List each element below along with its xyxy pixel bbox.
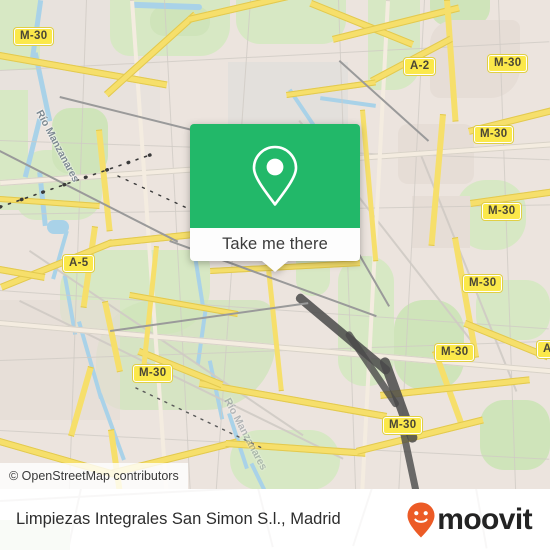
map-screenshot: M-30 A-2 M-30 M-30 M-30 M-30 A-5 A- M-30… — [0, 0, 550, 550]
road-shield: M-30 — [133, 365, 173, 382]
road-shield: M-30 — [474, 126, 514, 143]
road-shield: M-30 — [482, 203, 522, 220]
road-shield: A-5 — [63, 255, 95, 272]
popup-cta-label: Take me there — [222, 235, 328, 253]
moovit-wordmark: moovit — [437, 502, 532, 536]
map-attribution: © OpenStreetMap contributors — [0, 463, 188, 489]
page-footer: Limpiezas Integrales San Simon S.l., Mad… — [0, 489, 550, 550]
road-shield: M-30 — [14, 28, 54, 45]
attribution-text: © OpenStreetMap contributors — [9, 469, 179, 483]
place-title: Limpiezas Integrales San Simon S.l., Mad… — [16, 510, 341, 528]
take-me-there-popup[interactable]: Take me there — [190, 124, 360, 272]
map-pin-icon — [252, 145, 298, 206]
popup-header — [190, 124, 360, 228]
road-shield: A-2 — [404, 58, 436, 75]
moovit-logo[interactable]: moovit — [406, 501, 533, 539]
popup-pointer-tail — [262, 261, 288, 272]
moovit-smiley-pin-icon — [407, 502, 435, 537]
road-shield: A- — [537, 341, 550, 358]
road-shield: M-30 — [488, 55, 528, 72]
popup-cta[interactable]: Take me there — [190, 228, 360, 261]
road-shield: M-30 — [435, 344, 475, 361]
road-shield: M-30 — [463, 275, 503, 292]
road-shield: M-30 — [383, 417, 423, 434]
